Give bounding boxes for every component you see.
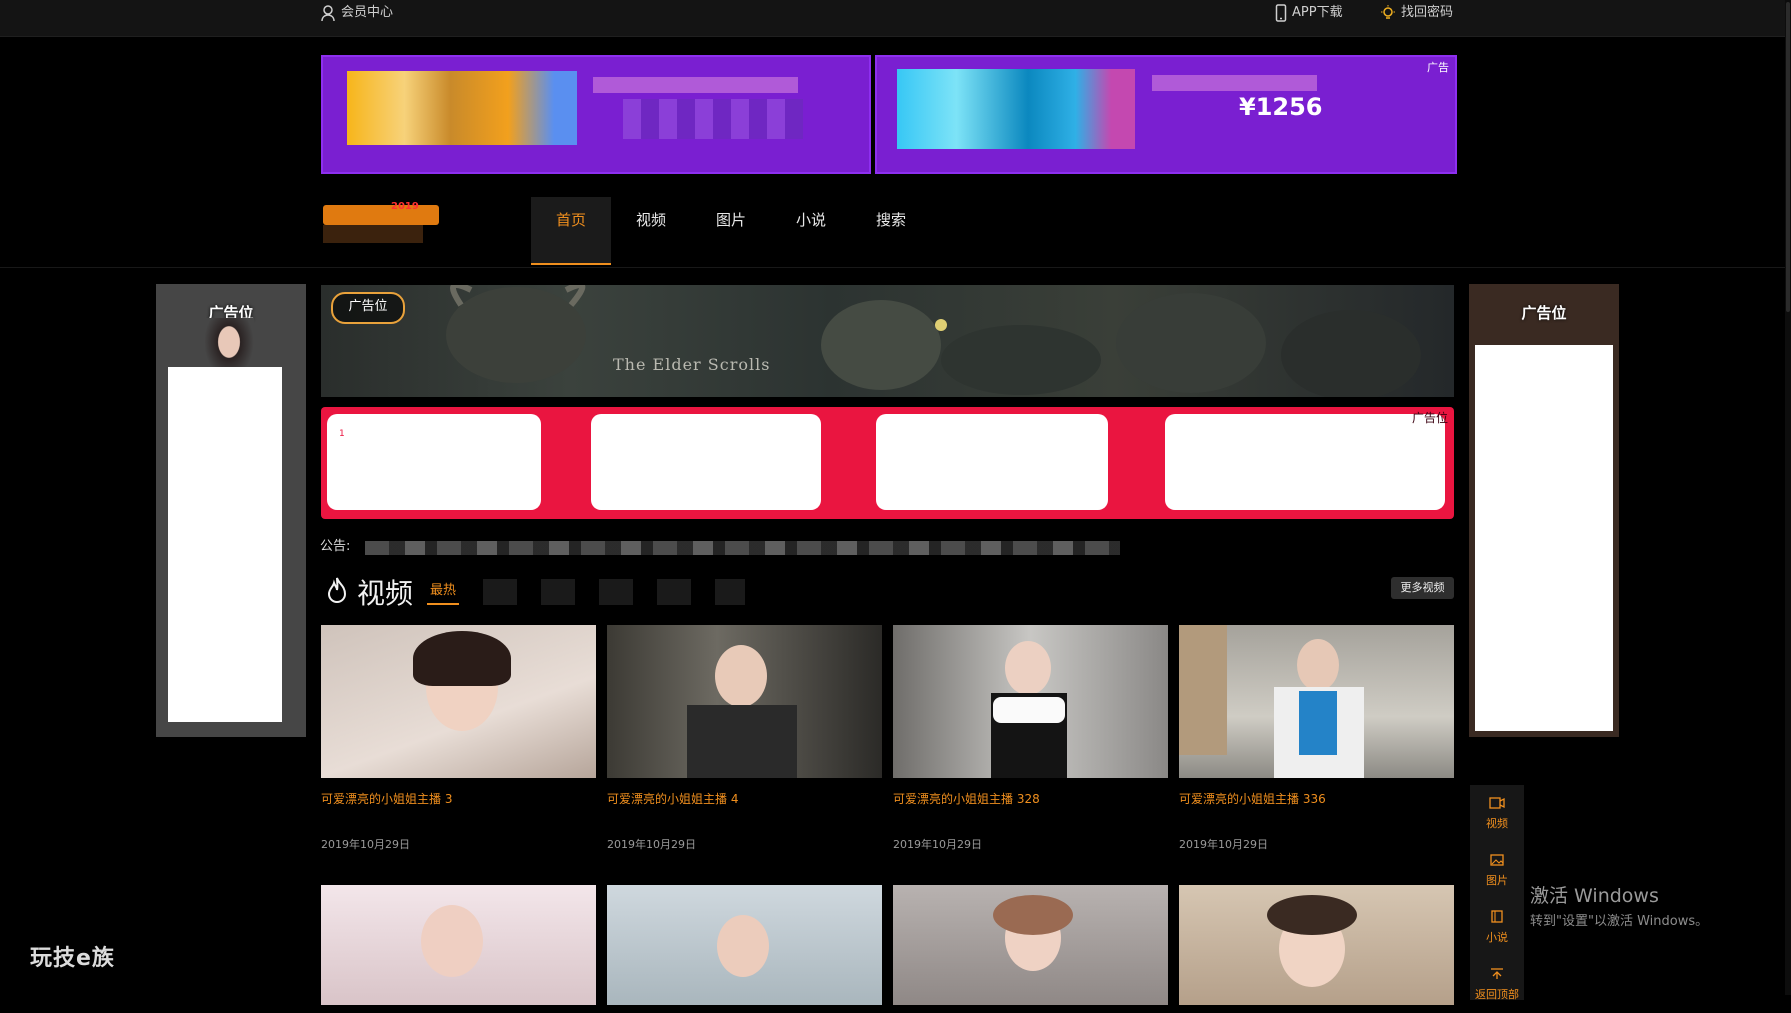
watermark-line2: 转到"设置"以激活 Windows。: [1530, 914, 1709, 929]
app-download-link[interactable]: APP下载: [1275, 0, 1343, 26]
tab-search[interactable]: 搜索: [851, 197, 931, 265]
video-date: 2019年10月29日: [893, 838, 982, 851]
video-title[interactable]: 可爱漂亮的小姐姐主播 4: [607, 790, 882, 808]
tab-novels[interactable]: 小说: [771, 197, 851, 265]
member-center-label: 会员中心: [341, 5, 394, 20]
pixelated-image: [347, 71, 577, 145]
blurred-tab[interactable]: [599, 579, 634, 605]
video-title[interactable]: 可爱漂亮的小姐姐主播 336: [1179, 790, 1454, 808]
ad-cell: [591, 414, 821, 510]
logo-year: 2019: [391, 201, 419, 212]
red-ad-strip[interactable]: 1 广告位: [321, 407, 1454, 519]
video-card[interactable]: 可爱漂亮的小姐姐主播 336 2019年10月29日: [1179, 625, 1454, 852]
app-download-label: APP下载: [1292, 5, 1343, 20]
right-side-ad[interactable]: 广告位: [1469, 284, 1619, 737]
tab-pictures[interactable]: 图片: [691, 197, 771, 265]
video-date: 2019年10月29日: [1179, 838, 1268, 851]
ad-cell: [1165, 414, 1445, 510]
video-section-header: 视频 最热: [325, 572, 746, 612]
red-ad-corner-tag: 广告位: [1411, 411, 1448, 425]
blurred-tab[interactable]: [541, 579, 576, 605]
ad-content: [168, 367, 282, 722]
right-ad-label: 广告位: [1521, 304, 1567, 322]
banner-ad-right[interactable]: ¥1256 广告: [875, 55, 1457, 174]
scrollbar-thumb[interactable]: [1786, 2, 1790, 312]
recover-password-link[interactable]: 找回密码: [1380, 0, 1453, 26]
brand-watermark: 玩技e族: [30, 946, 115, 971]
recover-password-label: 找回密码: [1401, 5, 1454, 20]
video-card-thumbnail[interactable]: [1179, 885, 1454, 1005]
pixelated-text: [1152, 75, 1317, 91]
section-title: 视频: [357, 577, 414, 610]
float-video-button[interactable]: 视频: [1470, 785, 1524, 842]
main-nav: 首页 视频 图片 小说 搜索: [531, 197, 931, 265]
ad-cell: [876, 414, 1108, 510]
site-logo[interactable]: 2019: [321, 197, 441, 245]
banner-ads: ¥1256 广告: [321, 55, 1457, 174]
tab-video[interactable]: 视频: [611, 197, 691, 265]
flame-icon: [325, 576, 349, 608]
video-thumbnail: [893, 625, 1168, 778]
left-side-ad[interactable]: 广告位: [156, 284, 306, 737]
float-novel-label: 小说: [1486, 931, 1508, 944]
banner-number: ¥1256: [1239, 93, 1323, 121]
lightbulb-icon: [1380, 4, 1396, 22]
user-icon: [320, 4, 336, 22]
arrow-up-icon: [1490, 967, 1504, 983]
hero-ad-tag: 广告位: [331, 292, 405, 324]
float-image-button[interactable]: 图片: [1470, 842, 1524, 899]
video-card[interactable]: 可爱漂亮的小姐姐主播 328 2019年10月29日: [893, 625, 1168, 852]
back-to-top-button[interactable]: 返回顶部: [1470, 956, 1524, 1013]
nav-row: 2019 首页 视频 图片 小说 搜索: [0, 175, 1791, 268]
banner-corner-tag: 广告: [1427, 61, 1449, 74]
pixelated-text: [593, 77, 798, 93]
back-to-top-label: 返回顶部: [1475, 987, 1519, 1001]
hero-banner-ad[interactable]: 广告位 The Elder Scrolls: [321, 285, 1454, 397]
video-card[interactable]: 可爱漂亮的小姐姐主播 4 2019年10月29日: [607, 625, 882, 852]
ad-cell: [327, 414, 541, 510]
blurred-tab[interactable]: [483, 579, 518, 605]
floating-nav-bar: 视频 图片 小说 返回顶部: [1470, 785, 1524, 1001]
image-icon: [1490, 853, 1504, 869]
tab-home[interactable]: 首页: [531, 197, 611, 265]
hero-caption: The Elder Scrolls: [613, 355, 771, 374]
top-bar: 会员中心 APP下载 找回密码: [0, 0, 1791, 37]
phone-icon: [1275, 4, 1287, 22]
page-scrollbar[interactable]: [1785, 0, 1791, 995]
book-icon: [1491, 910, 1503, 926]
member-center-link[interactable]: 会员中心: [320, 0, 393, 26]
watermark-line1: 激活 Windows: [1530, 885, 1659, 907]
video-title[interactable]: 可爱漂亮的小姐姐主播 3: [321, 790, 596, 808]
video-date: 2019年10月29日: [607, 838, 696, 851]
float-novel-button[interactable]: 小说: [1470, 899, 1524, 956]
video-thumbnail: [1179, 625, 1454, 778]
tab-hottest[interactable]: 最热: [427, 579, 460, 605]
video-card-thumbnail[interactable]: [893, 885, 1168, 1005]
float-video-label: 视频: [1486, 816, 1508, 830]
pixelated-image: [897, 69, 1135, 149]
ad-tiny-text: 1: [339, 429, 345, 439]
pixelated-text: [623, 99, 803, 139]
float-image-label: 图片: [1486, 873, 1508, 887]
video-card[interactable]: 可爱漂亮的小姐姐主播 3 2019年10月29日: [321, 625, 596, 852]
video-thumbnail: [321, 625, 596, 778]
video-card-thumbnail[interactable]: [321, 885, 596, 1005]
more-videos-button[interactable]: 更多视频: [1391, 577, 1454, 599]
blurred-tab[interactable]: [715, 579, 746, 605]
video-icon: [1489, 796, 1505, 812]
video-card-thumbnail[interactable]: [607, 885, 882, 1005]
video-thumbnail: [607, 625, 882, 778]
banner-ad-left[interactable]: [321, 55, 871, 174]
video-title[interactable]: 可爱漂亮的小姐姐主播 328: [893, 790, 1168, 808]
windows-activation-watermark: 激活 Windows 转到"设置"以激活 Windows。: [1530, 881, 1708, 929]
notice-label: 公告:: [320, 539, 351, 554]
hero-artwork: [446, 285, 1421, 397]
blurred-tab[interactable]: [657, 579, 692, 605]
ad-content: [1475, 345, 1613, 731]
notice-text-blurred: [365, 541, 1120, 555]
video-date: 2019年10月29日: [321, 838, 410, 851]
